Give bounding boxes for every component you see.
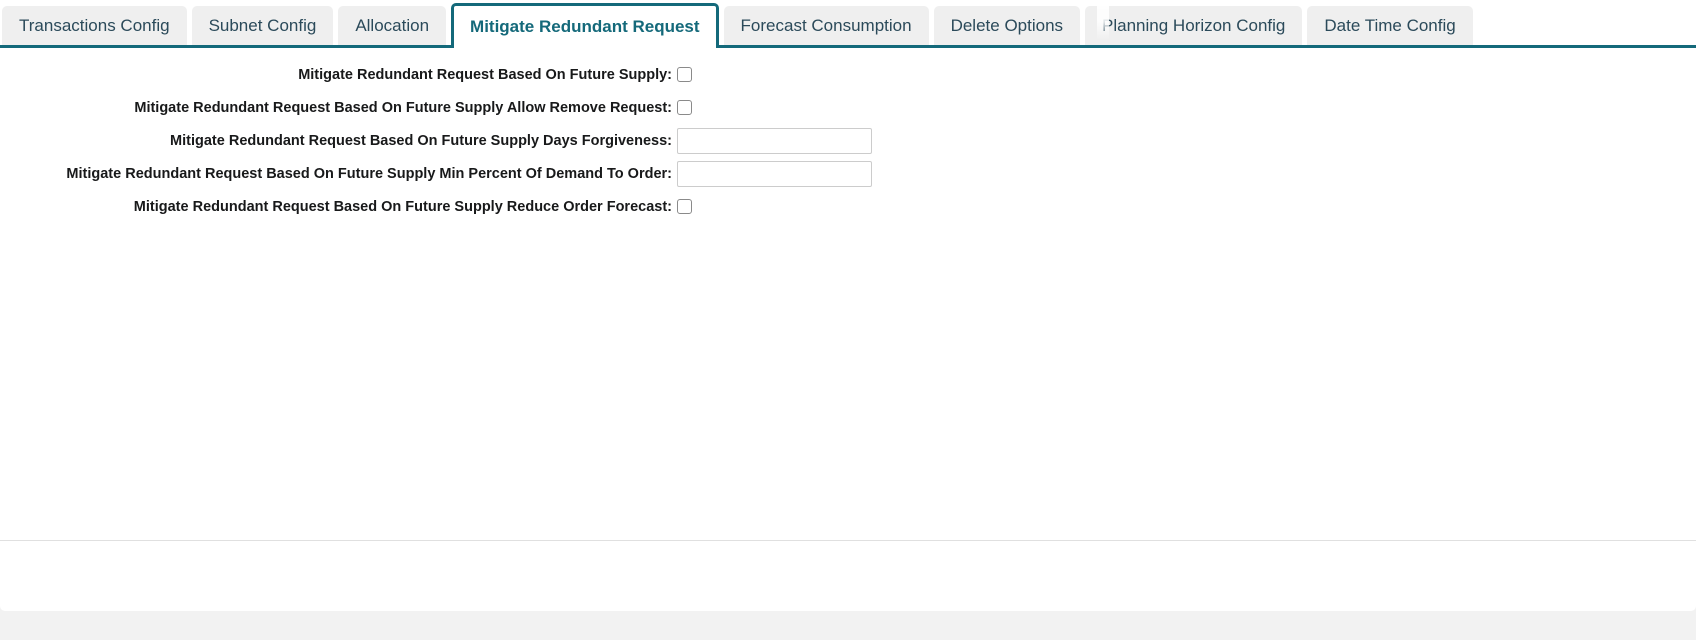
tab-label: Delete Options [951, 16, 1063, 35]
form-row: Mitigate Redundant Request Based On Futu… [0, 190, 1696, 223]
config-panel: Transactions Config Subnet Config Allocati… [0, 0, 1696, 611]
tab-label: Transactions Config [19, 16, 170, 35]
checkbox-mitigate-redundant-request-based-on-future-supply-allow-remove-request[interactable] [677, 100, 692, 115]
tab-label: Subnet Config [209, 16, 317, 35]
input-mitigate-redundant-request-based-on-future-supply-min-percent-of-demand-to-order[interactable] [677, 161, 872, 187]
checkbox-mitigate-redundant-request-based-on-future-supply-reduce-order-forecast[interactable] [677, 199, 692, 214]
content-divider [0, 540, 1696, 541]
control-wrapper [677, 67, 692, 82]
tab-label: Date Time Config [1324, 16, 1455, 35]
control-wrapper [677, 199, 692, 214]
input-mitigate-redundant-request-based-on-future-supply-days-forgiveness[interactable] [677, 128, 872, 154]
control-wrapper [677, 161, 872, 187]
checkbox-mitigate-redundant-request-based-on-future-supply[interactable] [677, 67, 692, 82]
tab-delete-options[interactable]: Delete Options [934, 6, 1080, 45]
form-row: Mitigate Redundant Request Based On Futu… [0, 58, 1696, 91]
config-form: Mitigate Redundant Request Based On Futu… [0, 48, 1696, 223]
tab-forecast-consumption[interactable]: Forecast Consumption [724, 6, 929, 45]
tab-mitigate-redundant-request[interactable]: Mitigate Redundant Request [451, 3, 719, 48]
label-mitigate-redundant-request-based-on-future-supply-days-forgiveness: Mitigate Redundant Request Based On Futu… [0, 133, 677, 149]
form-row: Mitigate Redundant Request Based On Futu… [0, 91, 1696, 124]
label-mitigate-redundant-request-based-on-future-supply-allow-remove-request: Mitigate Redundant Request Based On Futu… [0, 100, 677, 116]
tab-transactions-config[interactable]: Transactions Config [2, 6, 187, 45]
form-row: Mitigate Redundant Request Based On Futu… [0, 157, 1696, 190]
tab-label: Allocation [355, 16, 429, 35]
tab-bar: Transactions Config Subnet Config Allocati… [0, 0, 1696, 48]
form-row: Mitigate Redundant Request Based On Futu… [0, 124, 1696, 157]
tab-allocation[interactable]: Allocation [338, 6, 446, 45]
tab-planning-horizon-config[interactable]: Planning Horizon Config [1085, 6, 1302, 45]
control-wrapper [677, 100, 692, 115]
label-mitigate-redundant-request-based-on-future-supply: Mitigate Redundant Request Based On Futu… [0, 67, 677, 83]
tab-label: Mitigate Redundant Request [470, 17, 700, 36]
control-wrapper [677, 128, 872, 154]
label-mitigate-redundant-request-based-on-future-supply-reduce-order-forecast: Mitigate Redundant Request Based On Futu… [0, 199, 677, 215]
tab-subnet-config[interactable]: Subnet Config [192, 6, 334, 45]
tab-date-time-config[interactable]: Date Time Config [1307, 6, 1472, 45]
label-mitigate-redundant-request-based-on-future-supply-min-percent-of-demand-to-order: Mitigate Redundant Request Based On Futu… [0, 166, 677, 182]
tab-label: Planning Horizon Config [1102, 16, 1285, 35]
tab-label: Forecast Consumption [741, 16, 912, 35]
